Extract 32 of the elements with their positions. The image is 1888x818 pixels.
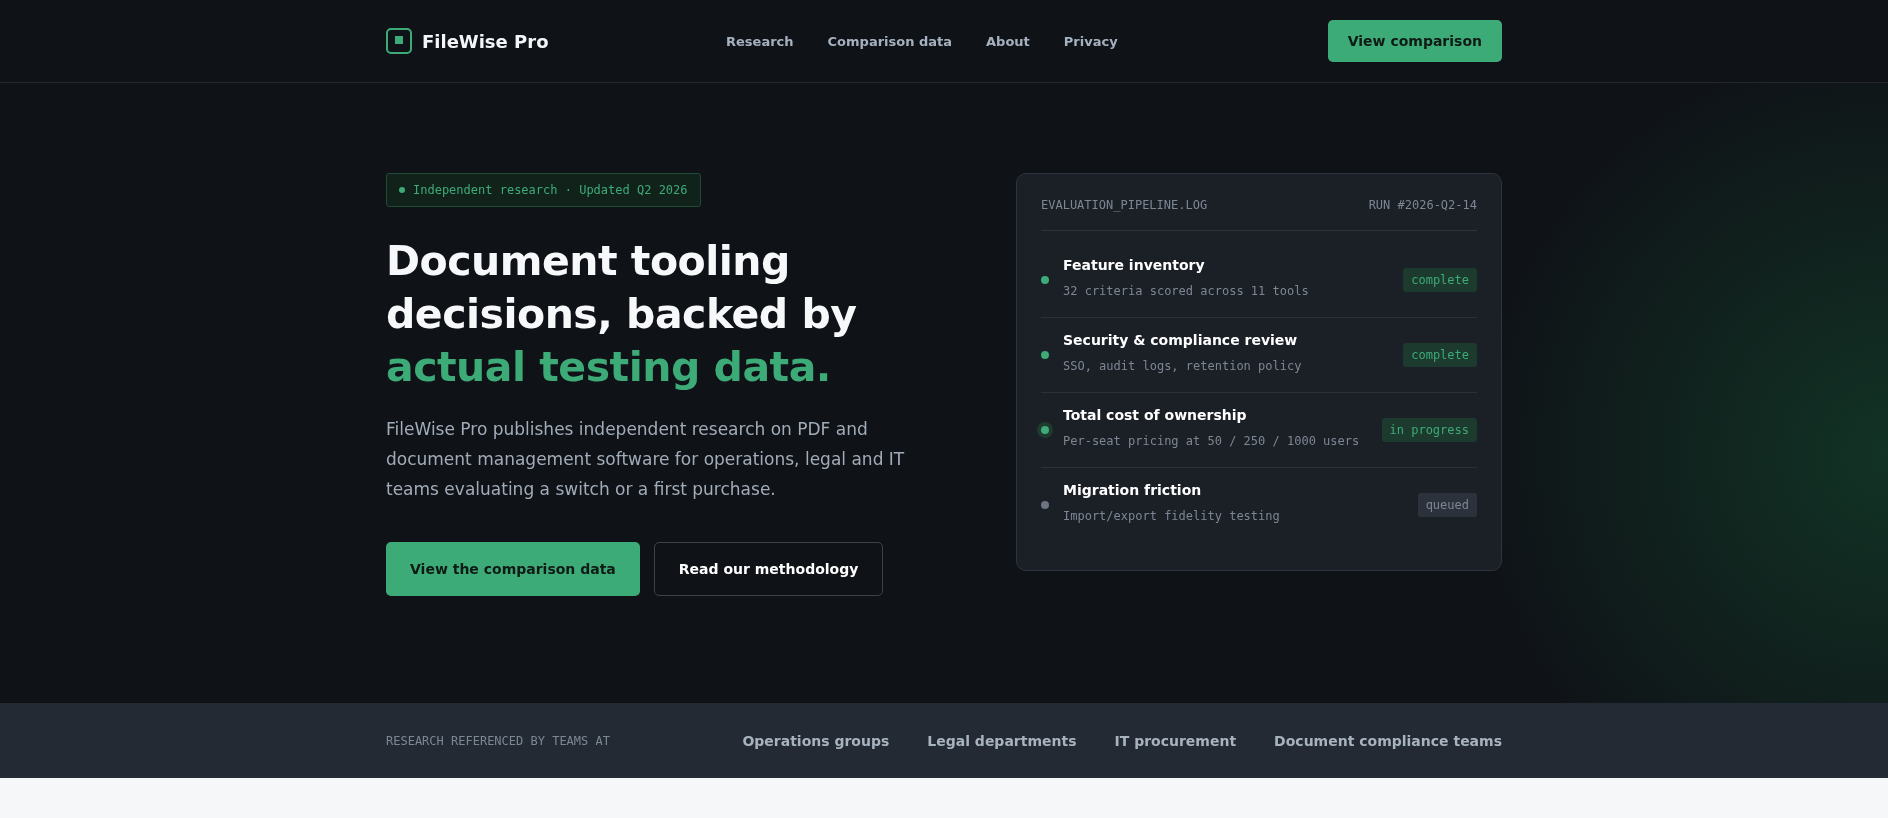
step-title: Security & compliance review (1063, 332, 1299, 348)
status-tag: complete (1403, 343, 1477, 367)
research-badge: Independent research · Updated Q2 2026 (386, 173, 701, 207)
view-comparison-button[interactable]: View comparison (1327, 20, 1502, 62)
team-name: Legal departments (927, 732, 1077, 749)
status-tag: in progress (1381, 418, 1477, 442)
step-detail: Import/export fidelity testing (1063, 508, 1281, 525)
step-detail: SSO, audit logs, retention policy (1063, 358, 1303, 375)
status-tag: queued (1417, 493, 1477, 517)
strip-label: RESEARCH REFERENCED BY TEAMS AT (386, 733, 610, 748)
hero-heading: Document tooling decisions, backed by actual testing data. (386, 236, 858, 393)
step-title: Total cost of ownership (1063, 407, 1248, 423)
run-id: RUN #2026-Q2-14 (1368, 198, 1477, 212)
nav-link[interactable]: Privacy (1063, 33, 1118, 49)
comparison-data-button[interactable]: View the comparison data (386, 542, 640, 596)
team-name: Operations groups (742, 732, 890, 749)
nav-link[interactable]: Comparison data (827, 33, 953, 49)
team-name: IT procurement (1114, 732, 1237, 749)
nav-link[interactable]: Research (726, 33, 794, 49)
step-title: Feature inventory (1063, 257, 1206, 273)
logo-icon (386, 28, 412, 54)
nav-link[interactable]: About (986, 33, 1030, 49)
team-name: Document compliance teams (1274, 732, 1502, 749)
step-title: Migration friction (1063, 482, 1203, 498)
methodology-button[interactable]: Read our methodology (653, 542, 884, 596)
status-tag: complete (1403, 268, 1477, 292)
step-detail: 32 criteria scored across 11 tools (1063, 283, 1310, 300)
step-detail: Per-seat pricing at 50 / 250 / 1000 users (1063, 433, 1361, 450)
dot-icon (399, 187, 405, 193)
log-filename: EVALUATION_PIPELINE.LOG (1041, 198, 1208, 212)
hero-description: FileWise Pro publishes independent research on PDF and document management software for operations, legal and IT teams evaluating a switch or a first purchase. (386, 418, 906, 501)
brand-name: FileWise Pro (422, 30, 549, 52)
